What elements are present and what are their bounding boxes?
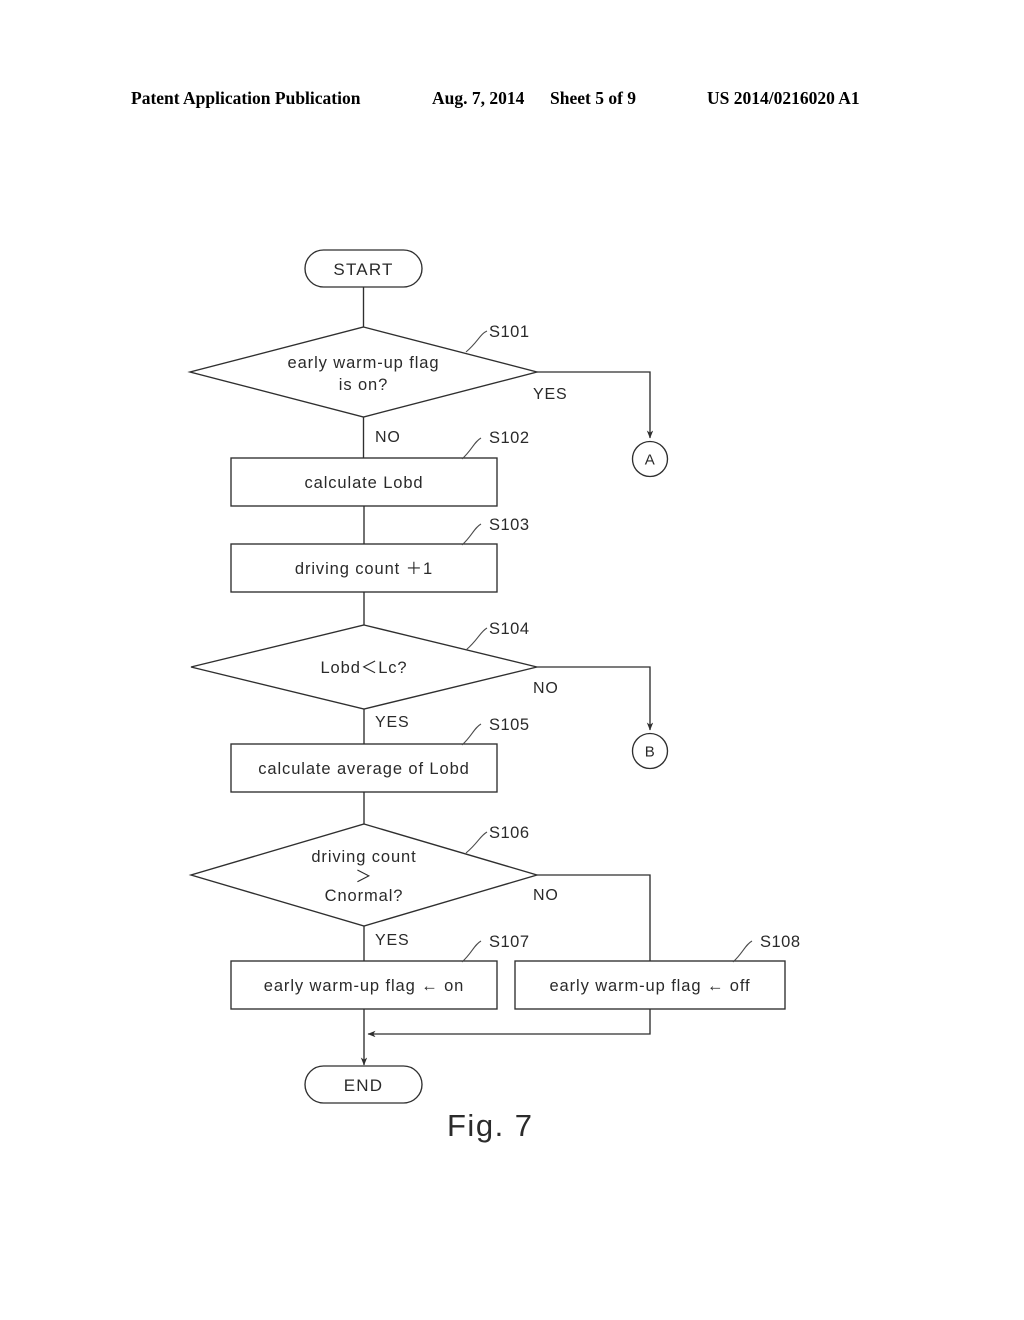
flow-node-s102: calculate Lobd — [230, 457, 498, 507]
leader-s106 — [465, 831, 488, 854]
flow-node-s101: early warm-up flag is on? — [187, 326, 540, 418]
branch-label-s104-no: NO — [533, 680, 559, 697]
flow-node-s108: early warm-up flag ← off — [514, 960, 786, 1010]
figure-caption: Fig. 7 — [447, 1108, 534, 1143]
flow-node-s103: driving count ＋1 — [230, 543, 498, 593]
flow-node-start: START — [304, 249, 423, 288]
flowline-s101-yes — [537, 371, 654, 439]
step-label-s105: S105 — [489, 716, 530, 734]
leader-s104 — [465, 627, 488, 651]
flow-node-s106: driving count ＞ Cnormal? — [188, 823, 540, 927]
s106-text-line3: Cnormal? — [325, 887, 404, 905]
connector-b-label: B — [645, 744, 656, 761]
flowline-s108-merge — [367, 1009, 651, 1038]
leader-s103 — [461, 523, 482, 546]
s106-text-line1: driving count — [311, 848, 416, 866]
end-label: END — [344, 1076, 384, 1095]
branch-label-s101-yes: YES — [533, 386, 567, 403]
step-label-s104: S104 — [489, 620, 530, 638]
s107-text: early warm-up flag ← on — [264, 977, 464, 995]
leader-s101 — [465, 330, 488, 353]
patent-page: Patent Application Publication Aug. 7, 2… — [0, 0, 1024, 1320]
s103-text: driving count ＋1 — [295, 560, 433, 578]
branch-label-s104-yes: YES — [375, 714, 409, 731]
s102-text: calculate Lobd — [304, 474, 423, 492]
s101-text-line1: early warm-up flag — [288, 354, 440, 372]
flow-node-end: END — [304, 1065, 423, 1104]
branch-label-s106-yes: YES — [375, 932, 409, 949]
step-label-s102: S102 — [489, 429, 530, 447]
step-label-s106: S106 — [489, 824, 530, 842]
s106-text-line2: ＞ — [355, 868, 372, 886]
s105-text: calculate average of Lobd — [258, 760, 469, 778]
flow-connector-b: B — [631, 732, 669, 770]
step-label-s103: S103 — [489, 516, 530, 534]
leader-s102 — [461, 437, 482, 460]
step-label-s108: S108 — [760, 933, 801, 951]
connector-a-label: A — [645, 452, 656, 469]
flow-connector-a: A — [631, 440, 669, 478]
start-label: START — [333, 260, 393, 279]
flow-node-s107: early warm-up flag ← on — [230, 960, 498, 1010]
s104-text: Lobd＜Lc? — [320, 659, 407, 677]
branch-label-s106-no: NO — [533, 887, 559, 904]
step-label-s101: S101 — [489, 323, 530, 341]
leader-s107 — [461, 940, 482, 963]
s101-text-line2: is on? — [339, 376, 388, 394]
flow-node-s104: Lobd＜Lc? — [190, 624, 538, 710]
flowline-s104-no — [537, 666, 654, 731]
step-label-s107: S107 — [489, 933, 530, 951]
leader-s108 — [732, 940, 753, 963]
leader-s105 — [461, 723, 482, 746]
branch-label-s101-no: NO — [375, 429, 401, 446]
s108-text: early warm-up flag ← off — [549, 977, 750, 995]
flow-node-s105: calculate average of Lobd — [230, 743, 498, 793]
